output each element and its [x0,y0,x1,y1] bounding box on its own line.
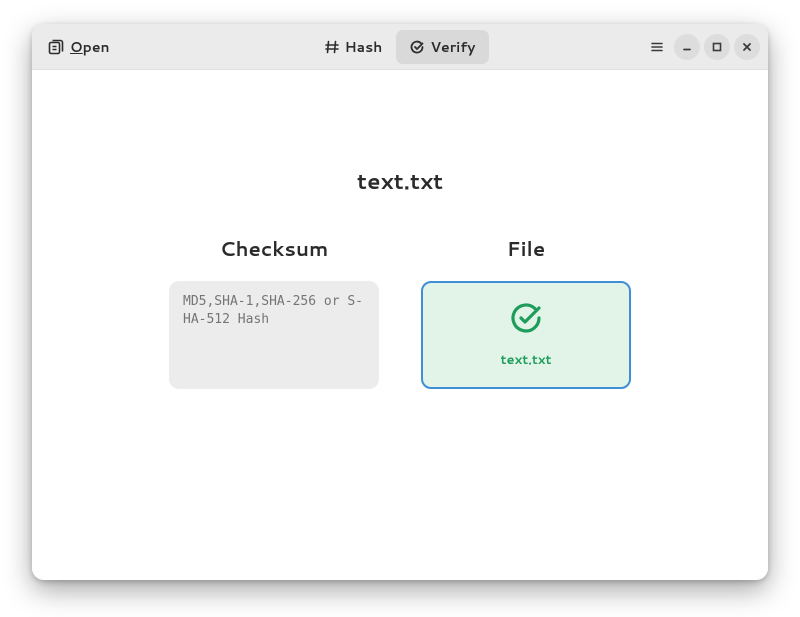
page-title: text.txt [357,166,443,197]
app-window: Open Hash [32,24,768,580]
file-column: File text.txt [421,235,631,389]
minimize-button[interactable] [674,34,700,60]
tab-verify[interactable]: Verify [396,30,489,64]
maximize-button[interactable] [704,34,730,60]
minimize-icon [681,41,693,53]
hamburger-icon [650,40,664,54]
dropped-file-name: text.txt [501,351,552,369]
verify-icon [410,40,424,54]
view-switcher: Hash Verify [311,30,490,64]
main-content: text.txt Checksum File text.txt [32,70,768,580]
checksum-input[interactable] [169,281,379,389]
close-icon [741,41,753,53]
tab-hash[interactable]: Hash [311,30,397,64]
tab-hash-label: Hash [345,37,383,57]
tab-verify-label: Verify [430,37,475,57]
checksum-heading: Checksum [220,235,329,263]
open-button-label: Open [70,37,110,57]
verify-columns: Checksum File text.txt [169,235,631,389]
check-circle-icon [509,301,543,341]
open-file-icon [48,39,64,55]
file-dropzone[interactable]: text.txt [421,281,631,389]
checksum-column: Checksum [169,235,379,389]
hash-icon [325,40,339,54]
maximize-icon [711,41,723,53]
open-button[interactable]: Open [40,33,118,61]
header-bar: Open Hash [32,24,768,70]
file-heading: File [507,235,545,263]
close-button[interactable] [734,34,760,60]
menu-button[interactable] [644,34,670,60]
